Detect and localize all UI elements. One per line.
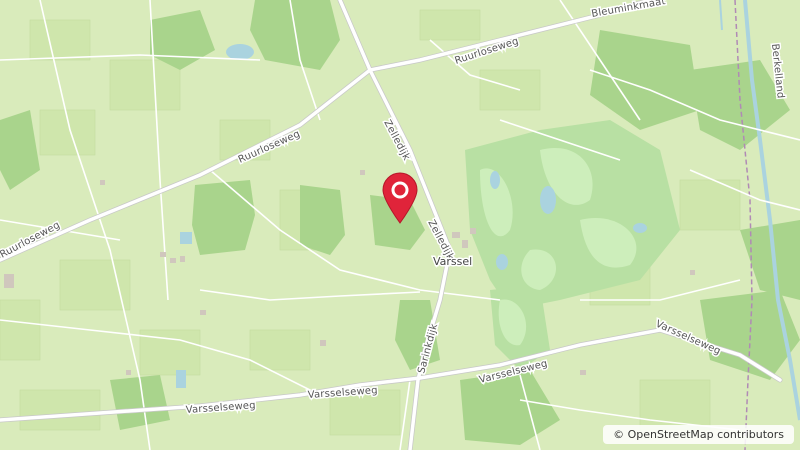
attribution-text[interactable]: © OpenStreetMap contributors	[613, 428, 784, 441]
map-view[interactable]: Ruurloseweg Ruurloseweg Ruurloseweg Bleu…	[0, 0, 800, 450]
attribution[interactable]: © OpenStreetMap contributors	[603, 425, 794, 444]
place-label-varssel: Varssel	[433, 255, 472, 268]
map-pin-icon	[382, 172, 418, 224]
map-marker[interactable]	[380, 170, 420, 225]
